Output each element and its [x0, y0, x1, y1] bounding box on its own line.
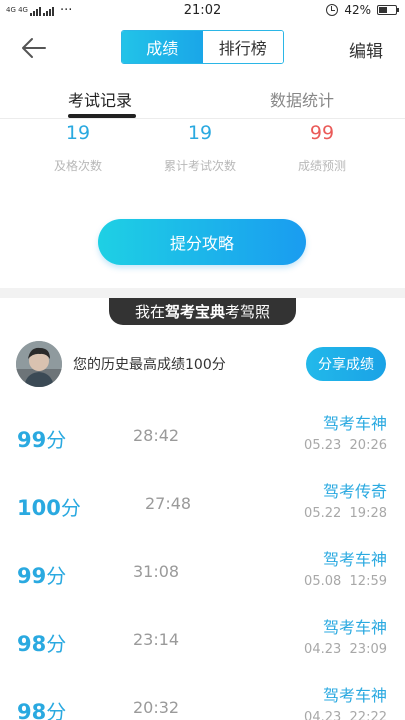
section-separator [0, 288, 405, 298]
record-title: 驾考车神 [322, 618, 387, 637]
record-score-unit: 分 [60, 496, 81, 520]
back-arrow-icon[interactable] [18, 33, 48, 63]
record-date: 04.23 22:22 [304, 710, 387, 720]
record-duration: 31:08 [133, 562, 180, 581]
status-bar: 4G 4G ··· 21:02 42% [0, 0, 405, 22]
record-score: 100分 [17, 492, 81, 521]
record-score: 98分 [17, 696, 66, 720]
avatar[interactable] [16, 341, 62, 387]
banner-post: 考驾照 [225, 303, 271, 321]
pass-count-value: 19 [65, 122, 91, 144]
record-score-value: 98 [17, 700, 47, 720]
record-score-unit: 分 [46, 564, 67, 588]
record-title: 驾考传奇 [322, 482, 387, 501]
record-score-unit: 分 [46, 700, 67, 720]
record-duration: 23:14 [133, 630, 180, 649]
record-score-value: 98 [17, 632, 47, 656]
status-right: 42% [326, 3, 399, 17]
record-score-value: 99 [17, 564, 47, 588]
record-score-value: 100 [17, 496, 61, 520]
record-date: 05.08 12:59 [304, 574, 387, 589]
score-prediction-value: 99 [309, 122, 335, 144]
battery-icon [377, 5, 399, 15]
divider [0, 118, 405, 119]
banner-brand: 驾考宝典 [164, 303, 225, 321]
pass-count-label: 及格次数 [53, 159, 102, 173]
record-row[interactable]: 98分 20:32 驾考车神 04.23 22:22 [0, 676, 405, 720]
best-score-text: 您的历史最高成绩100分 [73, 357, 226, 373]
tab-leaderboard[interactable]: 排行榜 [202, 31, 283, 63]
record-row[interactable]: 100分 27:48 驾考传奇 05.22 19:28 [0, 472, 405, 540]
total-exams-label: 累计考试次数 [163, 159, 236, 173]
record-row[interactable]: 98分 23:14 驾考车神 04.23 23:09 [0, 608, 405, 676]
record-date: 05.23 20:26 [304, 438, 387, 453]
record-duration: 27:48 [145, 494, 192, 513]
edit-button[interactable]: 编辑 [349, 37, 383, 62]
record-title: 驾考车神 [322, 686, 387, 705]
record-title: 驾考车神 [322, 414, 387, 433]
tab-scores[interactable]: 成绩 [122, 31, 203, 63]
record-score: 99分 [17, 560, 66, 589]
tab-exam-records[interactable]: 考试记录 [68, 87, 132, 111]
record-score: 99分 [17, 424, 66, 453]
segmented-control: 成绩 排行榜 [121, 30, 284, 64]
record-row[interactable]: 99分 28:42 驾考车神 05.23 20:26 [0, 404, 405, 472]
record-date: 04.23 23:09 [304, 642, 387, 657]
share-score-button[interactable]: 分享成绩 [306, 347, 386, 381]
total-exams-value: 19 [187, 122, 213, 144]
record-date: 05.22 19:28 [304, 506, 387, 521]
battery-percent: 42% [344, 3, 371, 17]
record-row[interactable]: 99分 31:08 驾考车神 05.08 12:59 [0, 540, 405, 608]
brand-banner: 我在 驾考宝典 考驾照 [109, 298, 296, 325]
record-duration: 20:32 [133, 698, 180, 717]
record-duration: 28:42 [133, 426, 180, 445]
score-prediction-label: 成绩预测 [297, 159, 346, 173]
record-score-unit: 分 [46, 428, 67, 452]
tab-data-stats[interactable]: 数据统计 [270, 87, 334, 111]
record-title: 驾考车神 [322, 550, 387, 569]
record-score-value: 99 [17, 428, 47, 452]
improve-score-button[interactable]: 提分攻略 [98, 219, 306, 265]
alarm-icon [326, 4, 339, 16]
record-score-unit: 分 [46, 632, 67, 656]
record-score: 98分 [17, 628, 66, 657]
banner-pre: 我在 [134, 303, 165, 321]
